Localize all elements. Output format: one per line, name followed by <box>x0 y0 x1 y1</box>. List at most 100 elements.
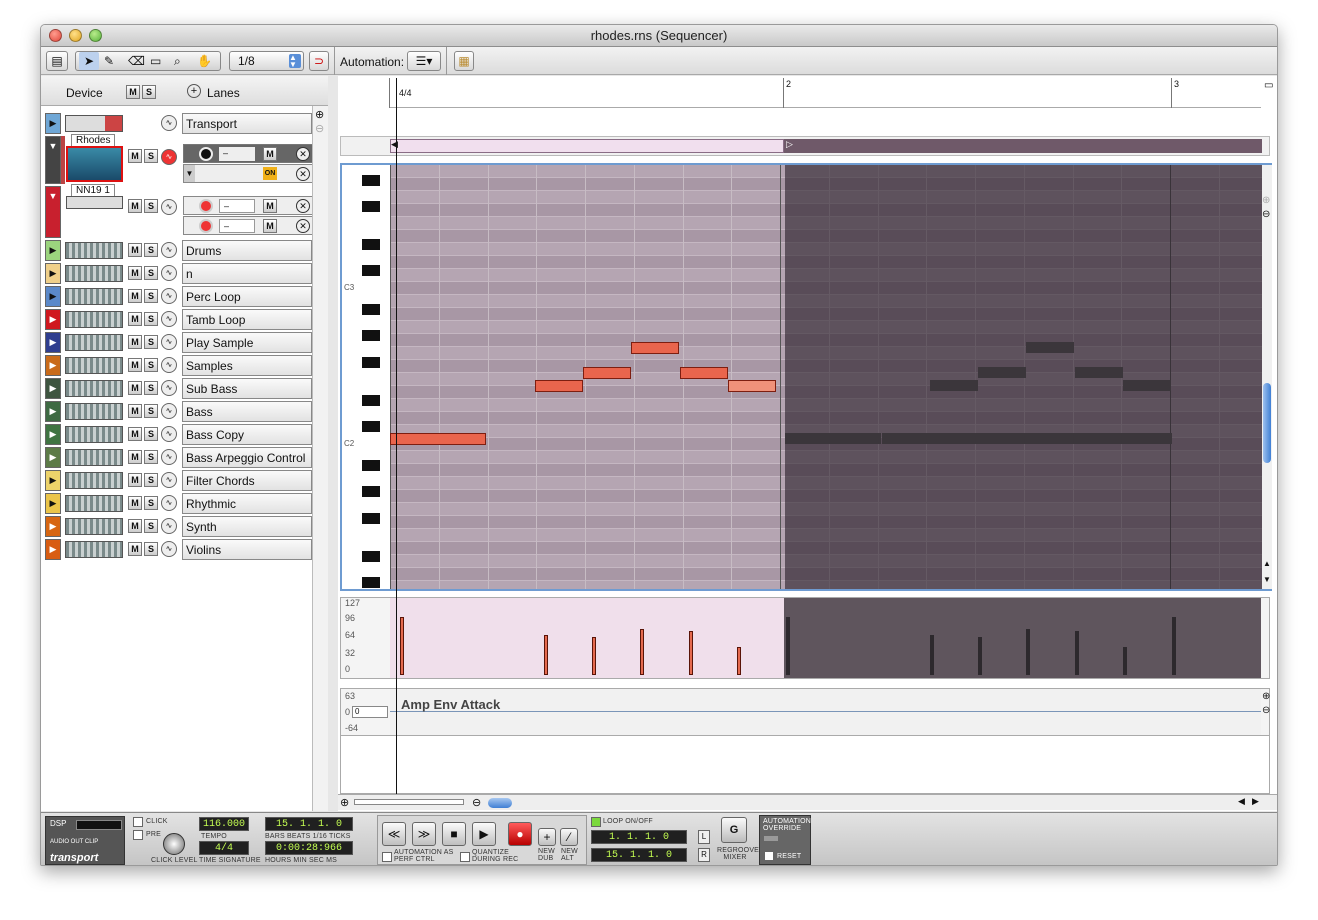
wave-icon[interactable]: ∿ <box>161 495 177 511</box>
black-key[interactable] <box>362 513 380 524</box>
solo-button[interactable]: S <box>144 427 158 441</box>
close-icon[interactable] <box>49 29 62 42</box>
solo-button[interactable]: S <box>144 358 158 372</box>
h-scroll-thumb[interactable] <box>488 798 512 808</box>
fold-icon[interactable]: ▼ <box>184 165 195 182</box>
new-dub-button[interactable]: + <box>538 828 556 846</box>
track-name[interactable]: n <box>182 263 312 284</box>
automation-value-field[interactable]: 0 <box>352 706 388 718</box>
record-icon[interactable] <box>199 219 213 233</box>
automation-curve-area[interactable] <box>390 689 1261 735</box>
wave-icon[interactable]: ∿ <box>161 242 177 258</box>
velocity-lane[interactable]: 127 96 64 32 0 <box>340 597 1270 679</box>
piano-roll[interactable]: C3 C2 ⊕ ⊖ ▲ ▼ <box>340 163 1272 591</box>
midi-note[interactable] <box>390 433 486 445</box>
note-grid[interactable] <box>390 165 1262 589</box>
record-icon[interactable] <box>199 199 213 213</box>
wave-icon[interactable]: ∿ <box>161 472 177 488</box>
lane-close-icon[interactable]: ✕ <box>296 167 310 181</box>
solo-button[interactable]: S <box>144 335 158 349</box>
lane-select[interactable]: – <box>219 147 255 161</box>
lane-close-icon[interactable]: ✕ <box>296 199 310 213</box>
track-row[interactable]: ▶ M S ∿ n <box>45 263 312 284</box>
track-row[interactable]: ▶ M S ∿ Tamb Loop <box>45 309 312 330</box>
velocity-bar[interactable] <box>592 637 596 675</box>
mute-button[interactable]: M <box>128 266 142 280</box>
right-marker-button[interactable]: R <box>698 848 710 862</box>
mute-button[interactable]: M <box>128 381 142 395</box>
fold-icon[interactable]: ▶ <box>45 539 61 560</box>
fold-icon[interactable]: ▶ <box>45 355 61 376</box>
fold-icon[interactable]: ▶ <box>45 240 61 261</box>
wave-icon[interactable]: ∿ <box>161 403 177 419</box>
pencil-icon[interactable]: ✎ <box>104 52 114 70</box>
mute-button[interactable]: M <box>128 289 142 303</box>
fold-icon[interactable]: ▶ <box>45 516 61 537</box>
piano-roll-scrollbar[interactable]: ⊕ ⊖ ▲ ▼ <box>1262 165 1272 589</box>
automation-clear-icon[interactable]: ▦ <box>454 51 474 71</box>
solo-button[interactable]: S <box>144 289 158 303</box>
track-list-scrollbar[interactable]: ⊕ ⊖ <box>312 106 328 811</box>
mute-button[interactable]: M <box>128 404 142 418</box>
lane-mute-button[interactable]: M <box>263 219 277 233</box>
track-name[interactable]: Drums <box>182 240 312 261</box>
loop-left-marker[interactable] <box>390 139 784 153</box>
black-key[interactable] <box>362 460 380 471</box>
track-row[interactable]: ▶ M S ∿ Violins <box>45 539 312 560</box>
time-signature-display[interactable]: 4/4 <box>199 841 249 855</box>
track-row[interactable]: ▶ M S ∿ Filter Chords <box>45 470 312 491</box>
velocity-bar[interactable] <box>544 635 548 675</box>
new-alt-button[interactable]: ⁄ <box>560 828 578 846</box>
solo-button[interactable]: S <box>144 473 158 487</box>
wave-icon[interactable]: ∿ <box>161 449 177 465</box>
automation-perf-checkbox[interactable] <box>382 852 392 862</box>
lane-mute-button[interactable]: M <box>263 147 277 161</box>
track-name[interactable]: Tamb Loop <box>182 309 312 330</box>
black-key[interactable] <box>362 421 380 432</box>
zoom-in-icon[interactable]: ⊕ <box>1262 691 1270 702</box>
track-row-nn19[interactable]: ▼ NN19 1 M S ∿ – M ✕ – M ✕ <box>45 184 313 238</box>
piano-keyboard[interactable]: C3 C2 <box>342 165 390 589</box>
track-name[interactable]: Synth <box>182 516 312 537</box>
track-name[interactable]: Perc Loop <box>182 286 312 307</box>
black-key[interactable] <box>362 486 380 497</box>
track-name[interactable]: Rhythmic <box>182 493 312 514</box>
zoom-in-icon[interactable]: ⊕ <box>1262 195 1270 206</box>
track-name[interactable]: Bass Arpeggio Control <box>182 447 312 468</box>
fold-icon[interactable]: ▶ <box>45 493 61 514</box>
minimize-icon[interactable] <box>69 29 82 42</box>
track-name[interactable]: Bass Copy <box>182 424 312 445</box>
solo-button[interactable]: S <box>144 404 158 418</box>
reset-checkbox[interactable] <box>764 851 774 861</box>
wave-icon[interactable]: ∿ <box>161 518 177 534</box>
zoom-slider[interactable] <box>354 799 464 805</box>
scroll-down-icon[interactable]: ▼ <box>1263 575 1271 584</box>
zoom-out-icon[interactable]: ⊖ <box>315 122 324 135</box>
track-row[interactable]: ▶ M S ∿ Perc Loop <box>45 286 312 307</box>
arrow-tool-icon[interactable]: ➤ <box>79 52 99 70</box>
solo-button[interactable]: S <box>144 381 158 395</box>
black-key[interactable] <box>362 577 380 588</box>
solo-button[interactable]: S <box>144 199 158 213</box>
track-name[interactable]: Samples <box>182 355 312 376</box>
track-row[interactable]: ▶ M S ∿ Play Sample <box>45 332 312 353</box>
wave-icon[interactable]: ∿ <box>161 357 177 373</box>
velocity-bar[interactable] <box>400 617 404 675</box>
magnify-icon[interactable]: ⌕ <box>174 52 181 70</box>
lane-select[interactable]: – <box>219 219 255 233</box>
track-row-transport[interactable]: ▶ ∿ Transport <box>45 113 312 134</box>
mute-button[interactable]: M <box>128 312 142 326</box>
zoom-out-icon[interactable]: ⊖ <box>1262 705 1270 716</box>
track-row[interactable]: ▶ M S ∿ Samples <box>45 355 312 376</box>
mute-button[interactable]: M <box>128 450 142 464</box>
fold-icon[interactable]: ▼ <box>45 186 61 238</box>
solo-button[interactable]: S <box>144 496 158 510</box>
stop-button[interactable]: ■ <box>442 822 466 846</box>
track-row[interactable]: ▶ M S ∿ Sub Bass <box>45 378 312 399</box>
wave-icon[interactable]: ∿ <box>161 541 177 557</box>
track-row[interactable]: ▶ M S ∿ Bass Arpeggio Control <box>45 447 312 468</box>
lane-mute-button[interactable]: M <box>263 199 277 213</box>
solo-button[interactable]: S <box>144 149 158 163</box>
wave-icon[interactable]: ∿ <box>161 311 177 327</box>
track-name[interactable]: Transport <box>182 113 312 134</box>
